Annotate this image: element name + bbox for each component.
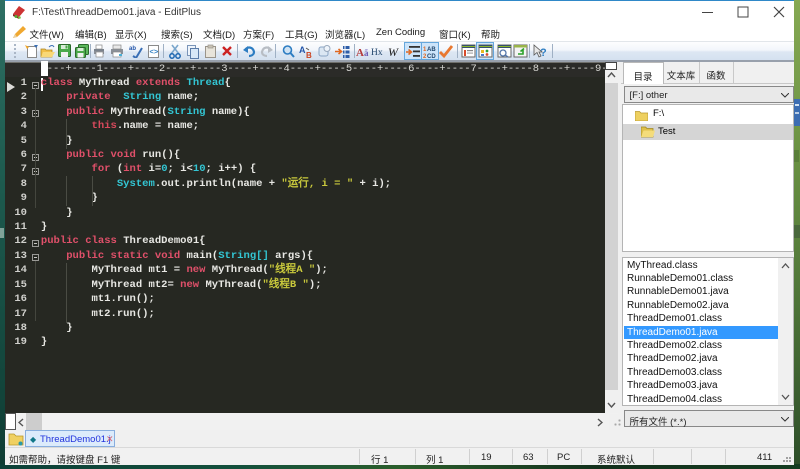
svg-text:Hx: Hx [371,48,383,58]
svg-text:ab: ab [129,46,136,52]
svg-text:ã: ã [364,48,369,58]
svg-text:W: W [388,45,399,59]
svg-text:AB: AB [427,47,436,53]
svg-text:A: A [356,47,364,59]
svg-text:CD: CD [427,54,436,59]
svg-text:?: ? [540,47,547,59]
svg-text:B: B [306,51,312,59]
svg-text:A: A [299,45,306,55]
svg-text:<>: <> [150,47,159,56]
